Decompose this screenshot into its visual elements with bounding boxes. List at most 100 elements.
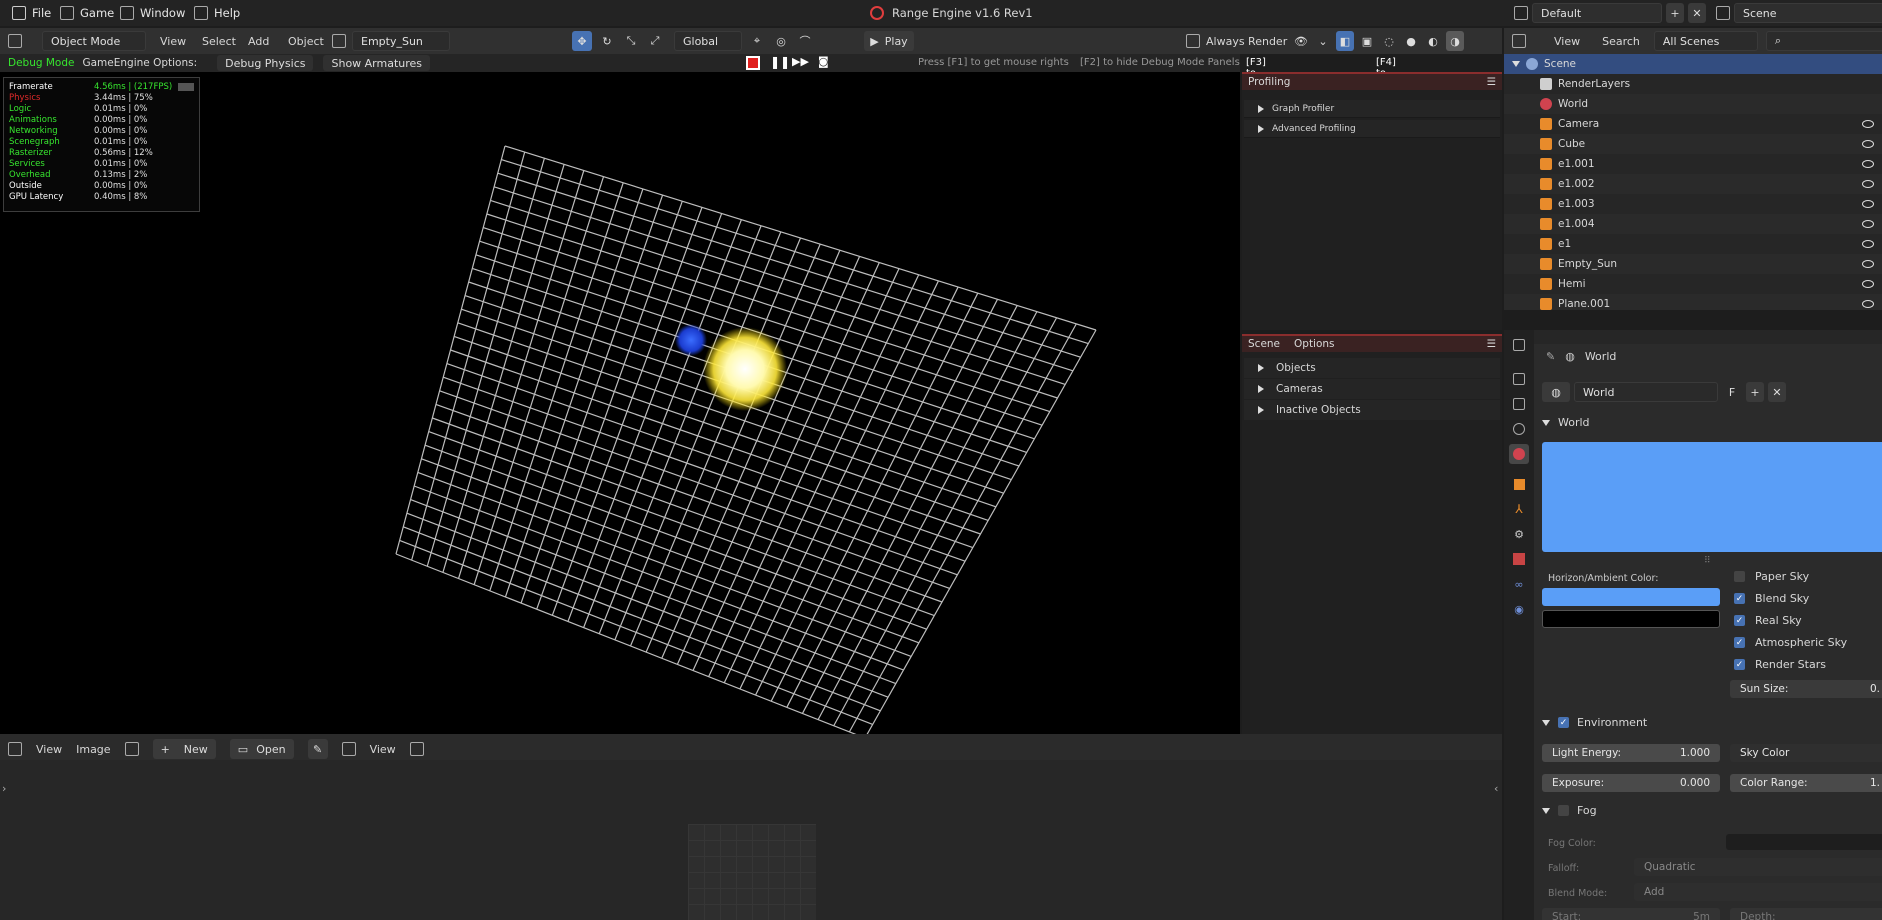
fog-color-swatch[interactable] — [1726, 834, 1882, 850]
active-object-field[interactable]: Empty_Sun — [352, 31, 450, 51]
outliner-item[interactable]: Plane.001 — [1504, 294, 1882, 310]
outliner-item[interactable]: RenderLayers — [1504, 74, 1882, 94]
image-browse-icon[interactable] — [124, 742, 139, 756]
world-tab-icon[interactable] — [1509, 444, 1529, 464]
play-button[interactable]: ▶ Play — [864, 31, 914, 51]
mode-dropdown[interactable]: Object Mode — [42, 31, 146, 51]
transform-tool-icon[interactable]: ⤢ — [646, 31, 664, 51]
remove-workspace-button[interactable]: ✕ — [1688, 3, 1706, 23]
stop-button[interactable] — [746, 56, 760, 70]
visibility-eye-icon[interactable] — [1862, 220, 1874, 228]
render-mode-label[interactable]: Always Render — [1206, 35, 1287, 48]
objects-row[interactable]: Objects — [1244, 358, 1500, 378]
xray-icon[interactable]: ▣ — [1358, 31, 1376, 51]
blend-mode-dropdown[interactable]: Add — [1634, 883, 1882, 901]
outliner-item[interactable]: e1.002 — [1504, 174, 1882, 194]
resize-handle-icon[interactable]: ⠿ — [1704, 556, 1711, 566]
menu-game[interactable]: Game — [80, 6, 114, 20]
falloff-dropdown[interactable]: Quadratic — [1634, 858, 1882, 876]
display-filter-dropdown[interactable]: All Scenes — [1653, 31, 1758, 51]
constraint-tab-icon[interactable]: ∞ — [1509, 574, 1529, 594]
show-armatures-button[interactable]: Show Armatures — [323, 55, 431, 71]
environment-checkbox[interactable]: ✓ — [1558, 717, 1569, 728]
overlay-icon[interactable]: ◧ — [1336, 31, 1354, 51]
image-editor-canvas[interactable]: › ‹ — [0, 760, 1502, 920]
texture-tab-icon[interactable] — [1509, 549, 1529, 569]
editor-type-icon[interactable] — [1512, 34, 1526, 48]
scene-icon[interactable] — [1716, 6, 1730, 20]
move-tool-icon[interactable]: ✥ — [572, 31, 592, 51]
atmospheric-sky-checkbox[interactable]: ✓ Atmospheric Sky — [1734, 636, 1847, 649]
visibility-eye-icon[interactable] — [1862, 140, 1874, 148]
new-world-button[interactable]: + — [1746, 382, 1764, 402]
outliner-item[interactable]: e1 — [1504, 234, 1882, 254]
tab-scene[interactable]: Scene — [1248, 338, 1280, 350]
outliner-item[interactable]: e1.004 — [1504, 214, 1882, 234]
profiling-header[interactable]: Profiling ☰ — [1242, 72, 1502, 90]
collapse-icon[interactable] — [1542, 719, 1550, 726]
zenith-color-swatch[interactable] — [1542, 610, 1720, 628]
fog-depth-field[interactable]: Depth: — [1730, 908, 1882, 920]
pin-icon[interactable]: ✎ — [307, 739, 328, 759]
real-sky-checkbox[interactable]: ✓ Real Sky — [1734, 614, 1802, 627]
solid-shading-icon[interactable]: ● — [1402, 31, 1420, 51]
sidebar-expand-icon[interactable]: ‹ — [1494, 782, 1498, 795]
orientation-dropdown[interactable]: Global — [674, 31, 742, 51]
menu-view2[interactable]: View — [370, 743, 396, 756]
scene-field[interactable]: Scene — [1734, 3, 1882, 23]
tab-options[interactable]: Options — [1294, 338, 1335, 350]
panel-menu-icon[interactable]: ☰ — [1487, 338, 1496, 350]
output-tab-icon[interactable] — [1509, 394, 1529, 414]
collapse-icon[interactable] — [1542, 807, 1550, 814]
sky-color-dropdown[interactable]: Sky Color — [1730, 744, 1882, 762]
blend-sky-checkbox[interactable]: ✓ Blend Sky — [1734, 592, 1809, 605]
snap-icon[interactable]: ⌖ — [748, 31, 766, 51]
physics-tab-icon[interactable]: ◉ — [1509, 599, 1529, 619]
gizmo-icon[interactable]: ⌄ — [1314, 31, 1332, 51]
material-shading-icon[interactable]: ◐ — [1424, 31, 1442, 51]
outliner-root-scene[interactable]: Scene — [1504, 54, 1882, 74]
menu-view[interactable]: View — [1554, 35, 1580, 48]
fog-checkbox[interactable] — [1558, 805, 1569, 816]
outliner-item[interactable]: World — [1504, 94, 1882, 114]
rotate-tool-icon[interactable]: ↻ — [598, 31, 616, 51]
scale-tool-icon[interactable]: ⤡ — [622, 31, 640, 51]
visibility-eye-icon[interactable] — [1862, 240, 1874, 248]
falloff-icon[interactable]: ⌒ — [796, 31, 814, 51]
exposure-field[interactable]: Exposure: 0.000 — [1542, 774, 1720, 792]
toolbar-expand-icon[interactable]: › — [2, 782, 6, 795]
advanced-profiling-row[interactable]: Advanced Profiling — [1244, 120, 1500, 138]
visibility-eye-icon[interactable] — [1862, 120, 1874, 128]
open-image-button[interactable]: ▭ Open — [229, 739, 294, 759]
rendered-shading-icon[interactable]: ◑ — [1446, 31, 1464, 51]
render-stars-checkbox[interactable]: ✓ Render Stars — [1734, 658, 1826, 671]
menu-view[interactable]: View — [160, 35, 186, 48]
new-image-button[interactable]: + New — [152, 739, 216, 759]
visibility-eye-icon[interactable] — [1862, 200, 1874, 208]
cameras-row[interactable]: Cameras — [1244, 379, 1500, 399]
collapse-stats-button[interactable] — [178, 82, 194, 91]
editor-type-icon[interactable] — [8, 34, 22, 48]
render-tab-icon[interactable] — [1509, 369, 1529, 389]
panel-menu-icon[interactable]: ☰ — [1487, 76, 1496, 88]
outliner-item[interactable]: Empty_Sun — [1504, 254, 1882, 274]
object-tab-icon[interactable] — [1509, 474, 1529, 494]
proportional-icon[interactable]: ◎ — [772, 31, 790, 51]
light-energy-field[interactable]: Light Energy: 1.000 — [1542, 744, 1720, 762]
visibility-eye-icon[interactable] — [1862, 260, 1874, 268]
menu-add[interactable]: Add — [248, 35, 269, 48]
horizon-color-swatch[interactable] — [1542, 588, 1720, 606]
color-range-field[interactable]: Color Range: 1. — [1730, 774, 1882, 792]
visibility-icon[interactable]: 👁 — [1292, 31, 1310, 51]
outliner-item[interactable]: e1.001 — [1504, 154, 1882, 174]
outliner-item[interactable]: Hemi — [1504, 274, 1882, 294]
collapse-icon[interactable] — [1542, 419, 1550, 426]
visibility-eye-icon[interactable] — [1862, 180, 1874, 188]
menu-object[interactable]: Object — [288, 35, 324, 48]
pause-button[interactable]: ❚❚ — [770, 55, 790, 69]
paper-sky-checkbox[interactable]: Paper Sky — [1734, 570, 1809, 583]
sun-size-field[interactable]: Sun Size: 0. — [1730, 680, 1882, 698]
tool-tab-icon[interactable] — [1509, 335, 1529, 355]
scene-tab-icon[interactable] — [1509, 419, 1529, 439]
outliner-search-input[interactable]: ⌕ — [1765, 31, 1882, 51]
